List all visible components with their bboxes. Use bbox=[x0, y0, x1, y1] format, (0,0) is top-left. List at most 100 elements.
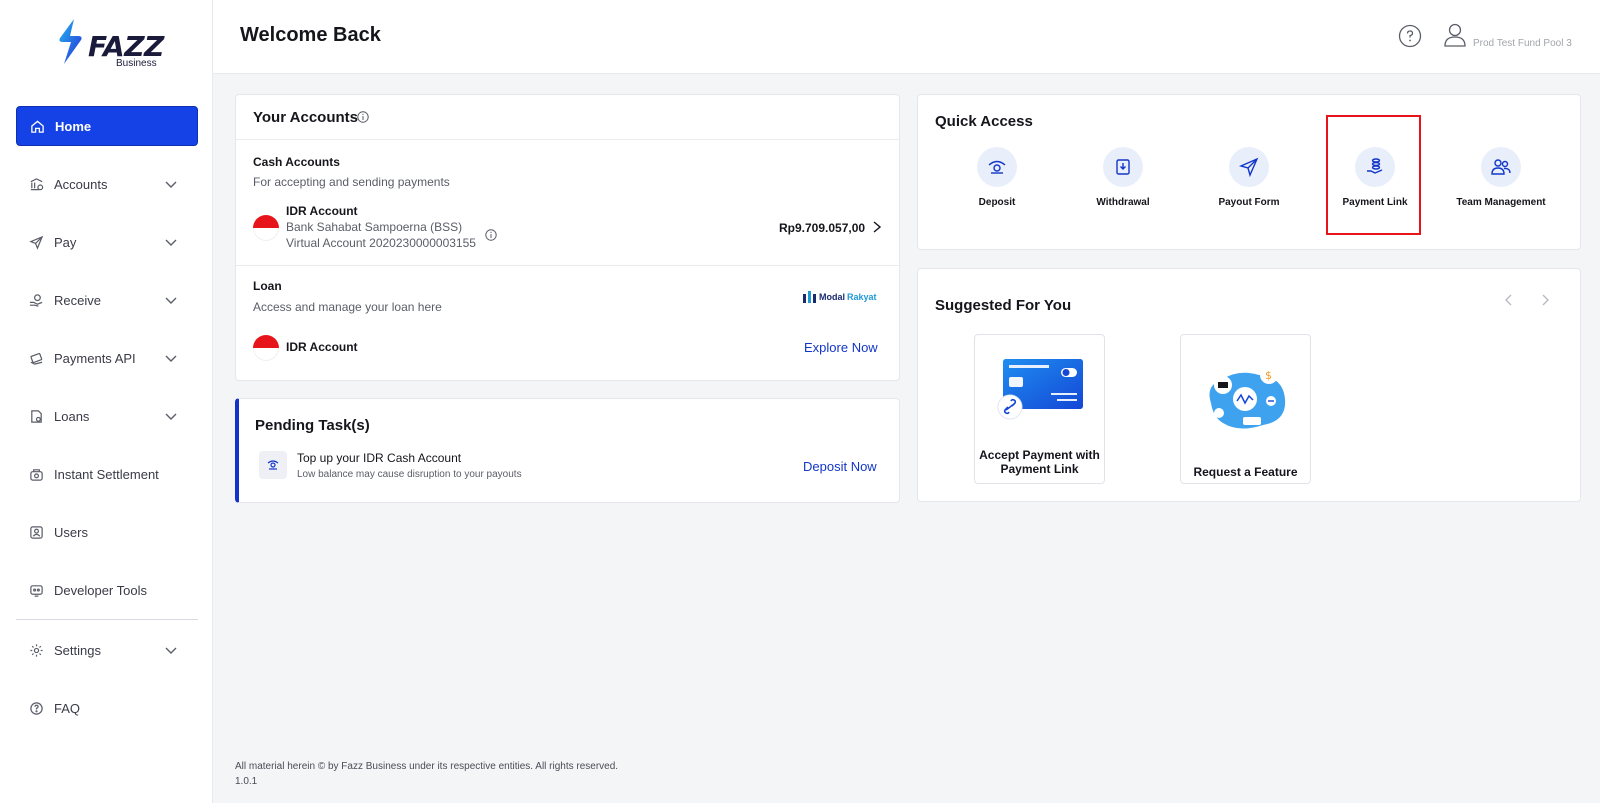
sidebar-item-accounts[interactable]: Accounts bbox=[16, 164, 198, 204]
sidebar-item-label: FAQ bbox=[54, 700, 81, 716]
chevron-right-icon[interactable] bbox=[1538, 293, 1552, 307]
loan-account-name: IDR Account bbox=[286, 340, 358, 354]
sidebar-item-settings[interactable]: Settings bbox=[16, 630, 198, 670]
footer-copyright: All material herein © by Fazz Business u… bbox=[235, 761, 619, 772]
quick-access-label: Team Management bbox=[1456, 197, 1546, 208]
deposit-icon bbox=[977, 147, 1017, 187]
sidebar-item-faq[interactable]: FAQ bbox=[16, 688, 198, 728]
info-icon[interactable] bbox=[485, 229, 497, 241]
developer-icon bbox=[28, 582, 44, 598]
payment-card-illustration bbox=[997, 359, 1083, 420]
user-name[interactable]: Prod Test Fund Pool 3 bbox=[1473, 38, 1572, 49]
cash-account-name: IDR Account bbox=[286, 204, 358, 218]
help-icon[interactable] bbox=[1398, 24, 1422, 48]
cash-account-balance: Rp9.709.057,00 bbox=[779, 221, 866, 235]
sidebar-item-loans[interactable]: Loans bbox=[16, 396, 198, 436]
sidebar-item-users[interactable]: Users bbox=[16, 512, 198, 552]
team-icon bbox=[1481, 147, 1521, 187]
receive-icon bbox=[28, 292, 44, 308]
quick-access-deposit[interactable]: Deposit bbox=[947, 147, 1047, 209]
info-icon[interactable] bbox=[357, 111, 369, 123]
home-icon bbox=[29, 118, 45, 134]
suggested-request-feature-card[interactable]: $ Request a Feature bbox=[1180, 334, 1311, 484]
your-accounts-card: Your Accounts Cash Accounts For acceptin… bbox=[235, 94, 900, 381]
cash-account-va: Virtual Account 2020230000003155 bbox=[286, 236, 476, 250]
question-icon bbox=[28, 700, 44, 716]
fazz-bolt-icon bbox=[59, 19, 82, 64]
chevron-down-icon bbox=[165, 239, 177, 246]
sidebar-item-payments-api[interactable]: Payments API bbox=[16, 338, 198, 378]
quick-access-team-management[interactable]: Team Management bbox=[1451, 147, 1551, 209]
quick-access-payout-form[interactable]: Payout Form bbox=[1199, 147, 1299, 209]
sidebar-item-label: Instant Settlement bbox=[54, 466, 159, 482]
quick-access-withdrawal[interactable]: Withdrawal bbox=[1073, 147, 1173, 209]
sidebar-item-pay[interactable]: Pay bbox=[16, 222, 198, 262]
suggested-card-label: Request a Feature bbox=[1193, 465, 1298, 479]
sidebar-item-label: Payments API bbox=[54, 350, 136, 366]
suggested-card: Suggested For You Accept Payment with Pa… bbox=[917, 268, 1581, 502]
sidebar-item-label: Pay bbox=[54, 234, 77, 250]
paper-plane-icon bbox=[1229, 147, 1269, 187]
sidebar-item-label: Users bbox=[54, 524, 88, 540]
loan-description: Access and manage your loan here bbox=[253, 300, 442, 314]
cash-accounts-description: For accepting and sending payments bbox=[253, 175, 450, 189]
highlight-box bbox=[1326, 115, 1421, 235]
suggested-card-label: Accept Payment with Payment Link bbox=[979, 448, 1100, 476]
page-title: Welcome Back bbox=[240, 24, 381, 46]
loan-icon bbox=[28, 408, 44, 424]
gear-icon bbox=[28, 642, 44, 658]
svg-text:$: $ bbox=[1265, 369, 1272, 382]
divider bbox=[236, 265, 899, 266]
bank-icon bbox=[28, 176, 44, 192]
top-header: Welcome Back Prod Test Fund Pool 3 bbox=[213, 0, 1600, 74]
divider bbox=[236, 139, 899, 140]
fazz-logo[interactable]: FAZZ Business bbox=[56, 18, 166, 69]
api-icon bbox=[28, 350, 44, 366]
user-avatar-icon[interactable] bbox=[1443, 22, 1467, 48]
sidebar-nav: Home bbox=[16, 106, 198, 146]
quick-access-card: Quick Access Deposit Withdrawal Payout F… bbox=[917, 94, 1581, 250]
pending-tasks-card: Pending Task(s) Top up your IDR Cash Acc… bbox=[235, 398, 900, 503]
chevron-down-icon bbox=[165, 355, 177, 362]
cash-account-bank: Bank Sahabat Sampoerna (BSS) bbox=[286, 220, 463, 234]
users-icon bbox=[28, 524, 44, 540]
modal-rakyat-mark-icon bbox=[803, 291, 816, 303]
pending-tasks-title: Pending Task(s) bbox=[255, 417, 370, 434]
sidebar-item-receive[interactable]: Receive bbox=[16, 280, 198, 320]
chevron-down-icon bbox=[165, 413, 177, 420]
footer-version: 1.0.1 bbox=[235, 776, 258, 787]
send-icon bbox=[28, 234, 44, 250]
deposit-now-link[interactable]: Deposit Now bbox=[803, 459, 877, 474]
modal-rakyat-logo: Modal Rakyat bbox=[803, 291, 877, 303]
settlement-icon bbox=[28, 466, 44, 482]
sidebar-item-developer-tools[interactable]: Developer Tools bbox=[16, 570, 198, 610]
task-subtitle: Low balance may cause disruption to your… bbox=[297, 469, 522, 480]
deposit-task-icon bbox=[259, 451, 287, 479]
chevron-down-icon bbox=[165, 297, 177, 304]
logo-text-rakyat: Rakyat bbox=[847, 292, 877, 302]
withdrawal-icon bbox=[1103, 147, 1143, 187]
sidebar-item-instant-settlement[interactable]: Instant Settlement bbox=[16, 454, 198, 494]
loan-title: Loan bbox=[253, 279, 282, 293]
sidebar-item-label: Settings bbox=[54, 642, 101, 658]
logo-text-modal: Modal bbox=[819, 292, 845, 302]
sidebar-item-home[interactable]: Home bbox=[16, 106, 198, 146]
chevron-right-icon[interactable] bbox=[871, 220, 883, 234]
quick-access-label: Withdrawal bbox=[1096, 197, 1150, 208]
cash-accounts-title: Cash Accounts bbox=[253, 155, 340, 169]
indonesia-flag-icon bbox=[253, 335, 279, 361]
your-accounts-title: Your Accounts bbox=[253, 109, 359, 126]
chevron-left-icon[interactable] bbox=[1502, 293, 1516, 307]
explore-now-link[interactable]: Explore Now bbox=[804, 340, 878, 355]
sidebar-item-label: Loans bbox=[54, 408, 90, 424]
request-feature-illustration: $ bbox=[1209, 366, 1286, 429]
suggested-payment-link-card[interactable]: Accept Payment with Payment Link bbox=[974, 334, 1105, 484]
task-title: Top up your IDR Cash Account bbox=[297, 451, 462, 465]
sidebar-divider bbox=[16, 619, 198, 620]
sidebar-item-label: Accounts bbox=[54, 176, 108, 192]
chevron-down-icon bbox=[165, 647, 177, 654]
chevron-down-icon bbox=[165, 181, 177, 188]
quick-access-title: Quick Access bbox=[935, 113, 1033, 130]
quick-access-label: Deposit bbox=[978, 197, 1016, 208]
quick-access-label: Payout Form bbox=[1218, 197, 1280, 208]
